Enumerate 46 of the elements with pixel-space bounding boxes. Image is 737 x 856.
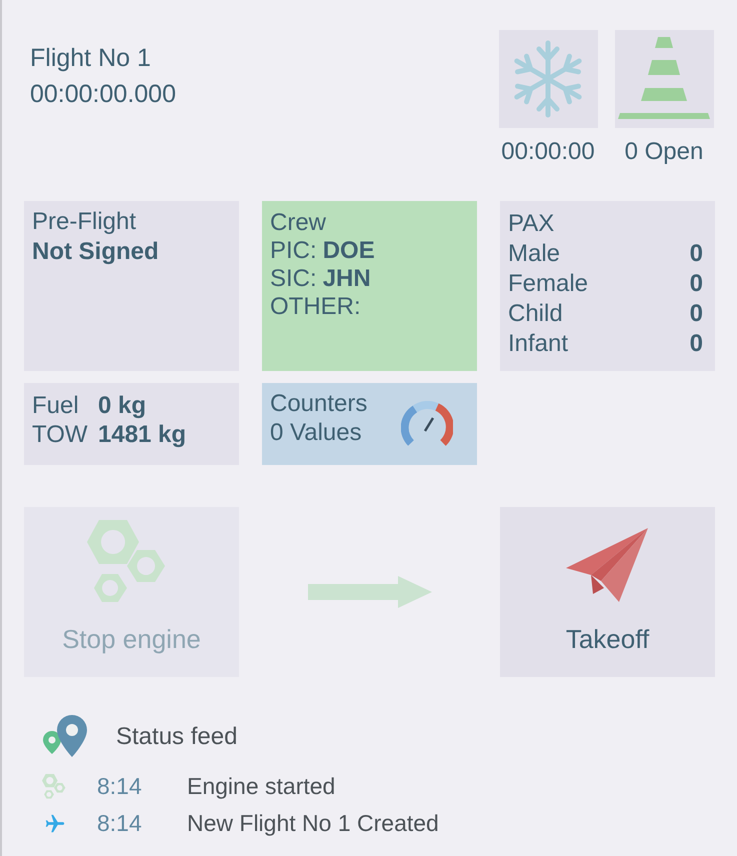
pax-title: PAX [508,209,556,239]
counters-value: 0 Values [270,418,363,447]
map-pins-icon [42,715,88,759]
flight-title: Flight No 1 [30,43,152,74]
pax-count: 0 [690,269,703,299]
pax-count: 0 [690,239,703,269]
preflight-title: Pre-Flight [32,207,138,237]
tile-label: 00:00:00 [501,137,595,167]
pax-label: Female [508,269,588,299]
crew-role: SIC: [270,265,317,293]
fuel-card[interactable]: Fuel 0 kg TOW 1481 kg [24,383,239,465]
pax-count: 0 [690,299,703,329]
status-tile[interactable] [614,30,714,128]
feed-time: 8:14 [97,772,143,802]
traffic-cone-icon [618,37,710,121]
feed-time: 8:14 [97,809,143,838]
counters-card[interactable]: Counters 0 Values [262,383,477,465]
status-tile[interactable] [498,30,598,128]
crew-name: JHN [322,265,371,293]
feed-text: New Flight No 1 Created [187,809,439,838]
fuel-value: 0 kg [98,391,146,420]
pax-label: Infant [508,329,568,359]
pax-label: Male [508,239,560,269]
crew-card[interactable]: Crew PIC: DOE SIC: JHN OTHER: [262,201,477,371]
feed-text: Engine started [187,772,336,802]
arrow-icon [308,576,432,608]
fuel-label: TOW [32,420,89,449]
crew-role: PIC: [270,237,317,265]
preflight-card[interactable]: Pre-Flight Not Signed [24,201,239,371]
flight-timer: 00:00:00.000 [30,79,176,110]
snowflake-icon [512,39,584,119]
paper-plane-icon [566,528,650,604]
preflight-status: Not Signed [32,237,160,267]
pax-label: Child [508,299,563,329]
pax-count: 0 [690,329,703,359]
status-feed-title: Status feed [116,722,238,752]
fuel-value: 1481 kg [98,420,186,449]
action-button[interactable]: Takeoff [500,507,715,677]
crew-title: Crew [270,209,328,237]
counters-title: Counters [270,389,368,418]
pax-card[interactable]: PAX Male 0 Female 0 Child 0 Infant 0 [500,201,715,371]
crew-name: DOE [322,237,375,265]
gauge-icon [401,401,453,447]
fuel-label: Fuel [32,391,80,420]
tile-label: 0 Open [624,137,704,167]
crew-role: OTHER: [270,293,361,321]
